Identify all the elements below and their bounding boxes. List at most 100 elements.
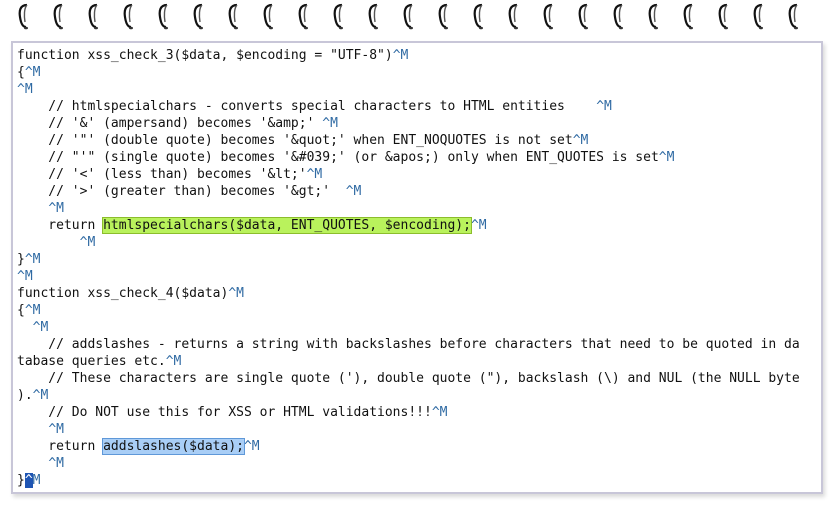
code-text: // '&' (ampersand) becomes '&amp;' [17, 116, 323, 131]
code-line: // htmlspecialchars - converts special c… [17, 98, 821, 115]
carriage-return-marker: ^M [392, 48, 409, 63]
notepad-sheet: function xss_check_3($data, $encoding = … [11, 41, 823, 494]
binding-ring-icon [788, 2, 800, 30]
carriage-return-marker: ^M [306, 167, 323, 182]
code-line: ^M [17, 200, 821, 217]
code-line: {^M [17, 64, 821, 81]
code-text: // htmlspecialchars - converts special c… [17, 99, 597, 114]
code-text: // Do NOT use this for XSS or HTML valid… [17, 405, 432, 420]
binding-ring-icon [228, 2, 240, 30]
binding-ring-icon [123, 2, 135, 30]
code-line: ^M [17, 319, 821, 336]
code-text: // addslashes - returns a string with ba… [17, 337, 800, 352]
binding-ring-icon [53, 2, 65, 30]
code-line: return addslashes($data);^M [17, 438, 821, 455]
carriage-return-marker: ^M [48, 201, 64, 216]
code-line: ^M [17, 81, 821, 98]
code-editor[interactable]: function xss_check_3($data, $encoding = … [17, 47, 821, 492]
carriage-return-marker: ^M [431, 405, 448, 420]
carriage-return-marker: ^M [345, 184, 362, 199]
carriage-return-marker: ^M [24, 252, 41, 267]
binding-ring-icon [473, 2, 485, 30]
binding-ring-icon [333, 2, 345, 30]
code-text: return [17, 439, 104, 454]
binding-ring-icon [438, 2, 450, 30]
highlighted-code: htmlspecialchars($data, ENT_QUOTES, $enc… [102, 217, 472, 234]
code-line: // '<' (less than) becomes '&lt;'^M [17, 166, 821, 183]
carriage-return-marker: ^M [48, 422, 64, 437]
carriage-return-marker: ^M [32, 388, 49, 403]
code-text: { [17, 65, 25, 80]
carriage-return-marker: ^M [17, 269, 33, 284]
binding-ring-icon [718, 2, 730, 30]
binding-ring-icon [543, 2, 555, 30]
code-line: // '>' (greater than) becomes '&gt;' ^M [17, 183, 821, 200]
code-text: // '"' (double quote) becomes '&quot;' w… [17, 133, 573, 148]
carriage-return-marker: ^M [17, 82, 33, 97]
binding-ring-icon [368, 2, 380, 30]
spiral-binding [0, 0, 836, 34]
code-line: ).^M [17, 387, 821, 404]
carriage-return-marker: ^M [48, 456, 64, 471]
code-line: ^M [17, 455, 821, 472]
binding-ring-icon [263, 2, 275, 30]
carriage-return-marker: ^M [470, 218, 487, 233]
binding-ring-icon [403, 2, 415, 30]
code-text: { [17, 303, 25, 318]
binding-ring-icon [193, 2, 205, 30]
code-line: // '"' (double quote) becomes '&quot;' w… [17, 132, 821, 149]
code-text: // These characters are single quote (')… [17, 371, 800, 386]
code-text: } [17, 252, 25, 267]
carriage-return-marker: ^M [658, 150, 675, 165]
code-line: tabase queries etc.^M [17, 353, 821, 370]
carriage-return-marker: ^M [32, 320, 49, 335]
code-line: // Do NOT use this for XSS or HTML valid… [17, 404, 821, 421]
code-line: }^M [17, 472, 821, 489]
code-text: } [17, 473, 25, 488]
carriage-return-marker: ^M [243, 439, 260, 454]
binding-ring-icon [88, 2, 100, 30]
code-text: tabase queries etc. [17, 354, 166, 369]
carriage-return-marker: ^M [572, 133, 589, 148]
code-line: // "'" (single quote) becomes '&#039;' (… [17, 149, 821, 166]
code-text: // '<' (less than) becomes '&lt;' [17, 167, 307, 182]
code-text: // "'" (single quote) becomes '&#039;' (… [17, 150, 659, 165]
text-cursor: ^ [24, 473, 33, 488]
carriage-return-marker: ^M [596, 99, 612, 114]
binding-ring-icon [158, 2, 170, 30]
binding-ring-icon [648, 2, 660, 30]
carriage-return-marker: ^M [322, 116, 338, 131]
code-line: // addslashes - returns a string with ba… [17, 336, 821, 353]
code-line: ^M [17, 421, 821, 438]
binding-ring-icon [613, 2, 625, 30]
code-line: {^M [17, 302, 821, 319]
code-line: ^M [17, 234, 821, 251]
code-line: }^M [17, 251, 821, 268]
code-line: // These characters are single quote (')… [17, 370, 821, 387]
binding-ring-icon [753, 2, 765, 30]
highlighted-code: addslashes($data); [102, 438, 245, 455]
code-text: function xss_check_4($data) [17, 286, 229, 301]
code-text: function xss_check_3($data, $encoding = … [17, 48, 393, 63]
code-line: // '&' (ampersand) becomes '&amp;' ^M [17, 115, 821, 132]
carriage-return-marker: M [32, 473, 41, 488]
carriage-return-marker: ^M [24, 303, 41, 318]
code-line: return htmlspecialchars($data, ENT_QUOTE… [17, 217, 821, 234]
code-line: ^M [17, 268, 821, 285]
binding-ring-icon [18, 2, 30, 30]
binding-ring-icon [578, 2, 590, 30]
code-line: function xss_check_3($data, $encoding = … [17, 47, 821, 64]
code-line: function xss_check_4($data)^M [17, 285, 821, 302]
binding-ring-icon [508, 2, 520, 30]
carriage-return-marker: ^M [24, 65, 41, 80]
carriage-return-marker: ^M [228, 286, 244, 301]
code-text: return [17, 218, 104, 233]
binding-ring-icon [298, 2, 310, 30]
carriage-return-marker: ^M [79, 235, 96, 250]
binding-ring-icon [683, 2, 695, 30]
code-text: ). [17, 388, 33, 403]
